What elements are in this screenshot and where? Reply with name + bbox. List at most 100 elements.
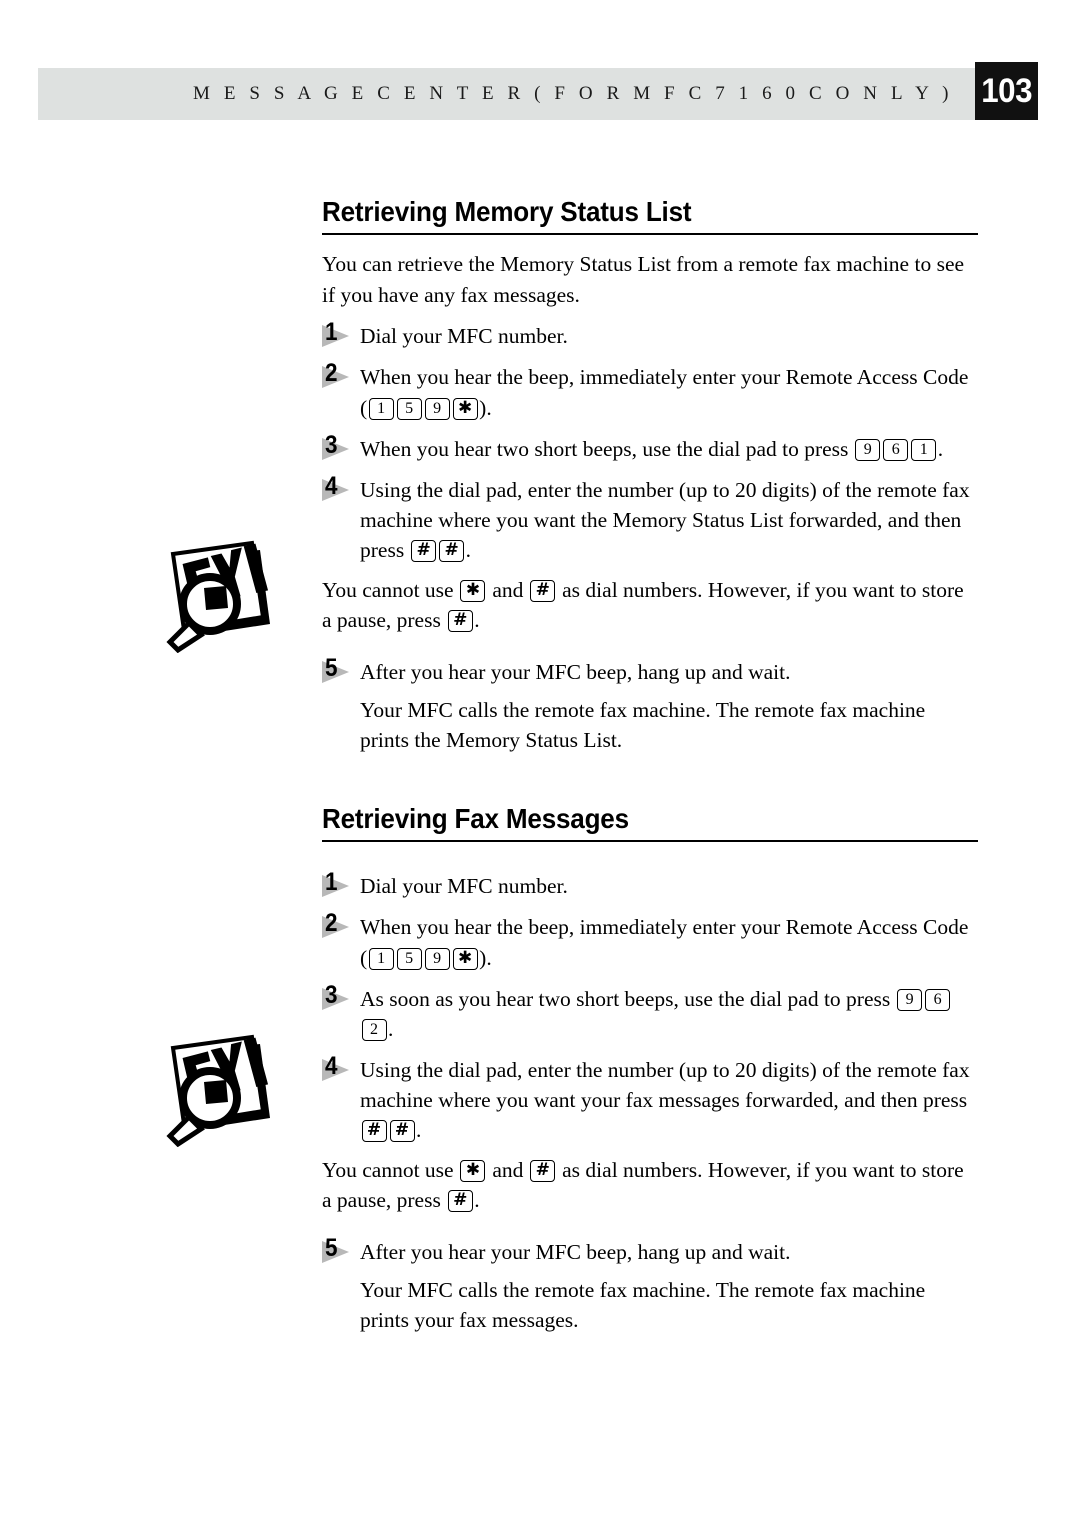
numbered-step: 5 After you hear your MFC beep, hang up a… [322, 653, 978, 687]
dialpad-key-hash: # [447, 610, 473, 633]
dialpad-key-hash: # [447, 1190, 473, 1213]
dialpad-key-6: 6 [925, 988, 951, 1011]
step-number: 1 [325, 318, 338, 347]
step-text: When you hear two short beeps, use the d… [360, 437, 943, 461]
step-text: Using the dial pad, enter the number (up… [360, 478, 970, 562]
dialpad-key-hash: # [530, 1160, 556, 1183]
page-number-badge: 103 [975, 62, 1038, 120]
dialpad-key-1: 1 [911, 438, 937, 461]
text-run: As soon as you hear two short beeps, use… [360, 986, 896, 1011]
text-run: . [937, 436, 944, 461]
text-run: ). [479, 395, 492, 420]
section-intro-paragraph: You can retrieve the Memory Status List … [322, 252, 965, 307]
step-marker-arrow-icon: 1 [322, 318, 356, 348]
step-text: When you hear the beep, immediately ente… [360, 365, 969, 420]
dialpad-key-5: 5 [396, 397, 422, 420]
step-marker-arrow-icon: 3 [322, 430, 356, 461]
text-run: When you hear the beep, immediately ente… [360, 365, 969, 420]
dialpad-key-hash: # [389, 1120, 415, 1143]
step-number: 2 [325, 909, 338, 938]
numbered-step: 1 Dial your MFC number. [322, 868, 978, 901]
step-number: 1 [325, 868, 338, 897]
numbered-step: 2 When you hear the beep, immediately ent… [322, 359, 978, 422]
step-number: 4 [325, 471, 338, 500]
page-content: Retrieving Memory Status List You can ret… [322, 196, 978, 1357]
dialpad-key-star: ✱ [460, 580, 486, 603]
step-marker-arrow-icon: 5 [322, 653, 356, 684]
dialpad-key-9: 9 [424, 397, 450, 420]
step-marker-arrow-icon: 1 [322, 868, 356, 898]
text-run: Using the dial pad, enter the number (up… [360, 1057, 970, 1112]
dialpad-key-hash: # [530, 580, 556, 603]
step-marker-arrow-icon: 2 [322, 909, 356, 939]
step-number: 3 [325, 430, 338, 459]
step-text: As soon as you hear two short beeps, use… [360, 987, 952, 1041]
section-heading-text: Retrieving Fax Messages [322, 803, 629, 835]
page-number: 103 [981, 71, 1032, 110]
dialpad-key-5: 5 [396, 947, 422, 970]
numbered-step: 3 As soon as you hear two short beeps, us… [322, 980, 978, 1044]
dialpad-key-hash: # [439, 539, 465, 562]
text-run: ). [479, 945, 492, 970]
dialpad-key-1: 1 [368, 397, 394, 420]
dialpad-key-hash: # [361, 1120, 387, 1143]
doc-section: Retrieving Fax Messages 1 Dial your MFC nu… [322, 803, 978, 1335]
dialpad-key-9: 9 [424, 947, 450, 970]
text-run: You cannot use [322, 1158, 459, 1183]
text-run: After you hear your MFC beep, hang up an… [360, 1239, 791, 1264]
step-number: 5 [325, 653, 338, 682]
text-run: . [416, 1118, 422, 1143]
numbered-step: 2 When you hear the beep, immediately ent… [322, 909, 978, 972]
numbered-step: 4 Using the dial pad, enter the number (u… [322, 471, 978, 565]
fyi-note-paragraph: You cannot use ✱ and # as dial numbers. … [322, 575, 978, 635]
dialpad-key-9: 9 [897, 988, 923, 1011]
step-number: 5 [325, 1233, 338, 1262]
text-run: You cannot use [322, 578, 459, 603]
numbered-step: 1 Dial your MFC number. [322, 318, 978, 351]
step-text: After you hear your MFC beep, hang up an… [360, 1240, 791, 1264]
sections-container: Retrieving Memory Status List You can ret… [322, 196, 978, 1335]
step-text: After you hear your MFC beep, hang up an… [360, 660, 791, 684]
section-closing-paragraph: Your MFC calls the remote fax machine. T… [360, 1277, 926, 1332]
text-run: Dial your MFC number. [360, 874, 568, 899]
step-marker-arrow-icon: 4 [322, 1051, 356, 1082]
step-marker-arrow-icon: 4 [322, 471, 356, 502]
step-marker-arrow-icon: 5 [322, 1233, 356, 1264]
section-closing-paragraph: Your MFC calls the remote fax machine. T… [360, 697, 926, 752]
text-run: When you hear two short beeps, use the d… [360, 436, 854, 461]
fyi-note-paragraph: You cannot use ✱ and # as dial numbers. … [322, 1155, 978, 1215]
dialpad-key-star: ✱ [460, 1160, 486, 1183]
text-run: After you hear your MFC beep, hang up an… [360, 659, 791, 684]
dialpad-key-hash: # [411, 539, 437, 562]
text-run: and [486, 1158, 529, 1183]
section-heading-text: Retrieving Memory Status List [322, 196, 692, 227]
section-heading: Retrieving Fax Messages [322, 803, 978, 843]
step-number: 4 [325, 1051, 338, 1080]
text-run: When you hear the beep, immediately ente… [360, 915, 969, 970]
step-number: 2 [325, 359, 338, 388]
dialpad-key-9: 9 [855, 438, 881, 461]
text-run: Dial your MFC number. [360, 324, 568, 349]
numbered-step: 3 When you hear two short beeps, use the … [322, 430, 978, 464]
fyi-icon [148, 538, 278, 653]
step-text: When you hear the beep, immediately ente… [360, 915, 969, 970]
dialpad-key-2: 2 [361, 1018, 387, 1041]
section-heading: Retrieving Memory Status List [322, 196, 978, 236]
step-text: Dial your MFC number. [360, 874, 568, 898]
dialpad-key-1: 1 [368, 947, 394, 970]
step-number: 3 [325, 980, 338, 1009]
dialpad-key-6: 6 [883, 438, 909, 461]
step-text: Using the dial pad, enter the number (up… [360, 1057, 970, 1143]
doc-section: Retrieving Memory Status List You can ret… [322, 196, 978, 755]
step-marker-arrow-icon: 3 [322, 980, 356, 1011]
fyi-icon [148, 1032, 278, 1147]
dialpad-key-star: ✱ [452, 947, 478, 970]
text-run: . [474, 1188, 480, 1213]
text-run: . [465, 537, 471, 562]
numbered-step: 5 After you hear your MFC beep, hang up a… [322, 1233, 978, 1267]
step-text: Dial your MFC number. [360, 324, 568, 348]
text-run: . [388, 1016, 394, 1041]
running-header-title: M E S S A G E C E N T E R ( F O R M F C … [192, 83, 953, 104]
text-run: and [486, 578, 529, 603]
